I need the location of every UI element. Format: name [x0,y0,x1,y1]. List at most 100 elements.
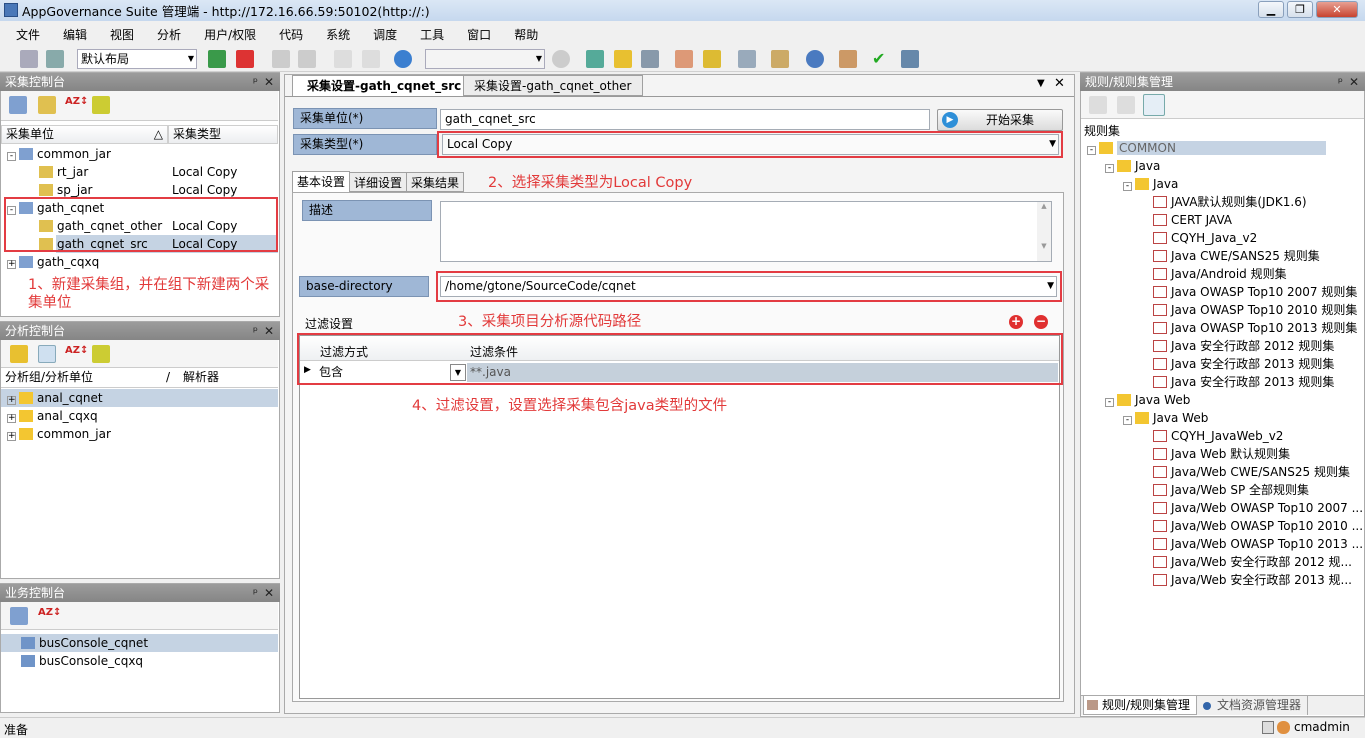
rule-set-node[interactable]: Java OWASP Top10 2013 规则集 [1153,319,1364,337]
rule-folder-node[interactable]: - Java Web [1105,391,1364,409]
tab-document-explorer[interactable]: 文档资源管理器 [1199,696,1309,715]
schedule-icon[interactable] [806,50,824,68]
rule-set-node[interactable]: Java/Web 安全行政部 2012 规... [1153,553,1364,571]
menu-item[interactable]: 窗口 [467,26,491,43]
new-unit-icon[interactable] [38,96,56,114]
document-icon[interactable] [771,50,789,68]
layout-select[interactable]: 默认布局 ▼ [77,49,197,69]
rule-set-node[interactable]: Java OWASP Top10 2007 规则集 [1153,283,1364,301]
analysis-node[interactable]: + anal_cqxq [1,407,278,425]
agent-icon[interactable] [839,50,857,68]
pdf-icon[interactable] [236,50,254,68]
close-button[interactable]: ✕ [1316,1,1358,18]
subtab-result[interactable]: 采集结果 [406,172,465,192]
menu-item[interactable]: 帮助 [514,26,538,43]
rule-set-node[interactable]: Java 安全行政部 2012 规则集 [1153,337,1364,355]
sort-type-icon[interactable] [92,345,110,363]
collapse-icon[interactable]: - [7,152,16,161]
collapse-icon[interactable]: - [1087,146,1096,155]
report-icon[interactable] [641,50,659,68]
description-textarea[interactable]: ▲ ▼ [440,201,1052,262]
menu-item[interactable]: 视图 [110,26,134,43]
menu-item[interactable]: 代码 [279,26,303,43]
search-icon[interactable] [552,50,570,68]
rule-folder-node[interactable]: - COMMON [1087,139,1364,157]
filter-icon[interactable] [614,50,632,68]
subtab-detail[interactable]: 详细设置 [349,172,408,192]
pin-icon[interactable]: ᵖ [253,73,258,91]
tab-list-dropdown-icon[interactable]: ▼ [1037,78,1045,89]
rule-folder-node[interactable]: - Java Web [1123,409,1364,427]
sort-az-icon[interactable]: AZ↕ [65,345,88,363]
rule-set-node[interactable]: JAVA默认规则集(JDK1.6) [1153,193,1364,211]
rule-copy-icon[interactable] [1117,96,1135,114]
undo-icon[interactable] [272,50,290,68]
minimize-button[interactable]: ▁ [1258,1,1284,18]
rule-new-icon[interactable] [1089,96,1107,114]
menu-item[interactable]: 调度 [373,26,397,43]
rule-set-node[interactable]: CQYH_JavaWeb_v2 [1153,427,1364,445]
rule-set-node[interactable]: Java OWASP Top10 2010 规则集 [1153,301,1364,319]
rule-set-node[interactable]: CERT JAVA [1153,211,1364,229]
rule-set-node[interactable]: Java/Web SP 全部规则集 [1153,481,1364,499]
close-editor-icon[interactable]: ✕ [1054,76,1065,91]
redo-icon[interactable] [298,50,316,68]
rule-set-node[interactable]: Java/Web OWASP Top10 2010 ... [1153,517,1364,535]
user-icon[interactable] [675,50,693,68]
rule-set-node[interactable]: CQYH_Java_v2 [1153,229,1364,247]
rule-set-node[interactable]: Java 安全行政部 2013 规则集 [1153,373,1364,391]
menu-item[interactable]: 编辑 [63,26,87,43]
column-header-unit[interactable]: 采集单位 △ [1,125,168,144]
excel-icon[interactable] [208,50,226,68]
column-header-parser[interactable]: 解析器 [183,369,219,386]
add-icon[interactable] [586,50,604,68]
pin-icon[interactable]: ᵖ [1338,73,1343,91]
menu-item[interactable]: 分析 [157,26,181,43]
chart-icon[interactable] [901,50,919,68]
new-console-icon[interactable] [10,607,28,625]
rule-set-node[interactable]: Java/Web CWE/SANS25 规则集 [1153,463,1364,481]
subtab-basic[interactable]: 基本设置 [292,171,351,192]
close-icon[interactable]: ✕ [264,584,274,602]
menu-item[interactable]: 文件 [16,26,40,43]
analysis-node[interactable]: + common_jar [1,425,278,443]
close-icon[interactable]: ✕ [264,73,274,91]
tree-node-gath-cqxq[interactable]: + gath_cqxq [1,253,278,271]
collapse-icon[interactable]: - [1105,164,1114,173]
save-icon[interactable] [20,50,38,68]
add-filter-button[interactable]: + [1009,315,1023,329]
new-file-icon[interactable] [38,345,56,363]
rule-folder-node[interactable]: - Java [1105,157,1364,175]
rule-set-node[interactable]: Java/Web OWASP Top10 2013 ... [1153,535,1364,553]
collapse-icon[interactable]: - [1123,416,1132,425]
sort-az-icon[interactable]: AZ↕ [65,96,88,114]
new-group-icon[interactable] [9,96,27,114]
column-header-type[interactable]: 采集类型 [168,125,278,144]
start-collect-button[interactable]: ▶ 开始采集 [937,109,1063,131]
expand-icon[interactable]: + [7,260,16,269]
close-icon[interactable]: ✕ [264,322,274,340]
analysis-node[interactable]: + anal_cqnet [1,389,278,407]
remove-filter-button[interactable]: − [1034,315,1048,329]
maximize-button[interactable]: ❐ [1287,1,1313,18]
scrollbar[interactable]: ▲ ▼ [1037,202,1051,261]
menu-item[interactable]: 用户/权限 [204,26,256,43]
pin-icon[interactable]: ᵖ [253,584,258,602]
sort-az-icon[interactable]: AZ↕ [38,607,61,625]
unit-input[interactable]: gath_cqnet_src [440,109,930,130]
collapse-icon[interactable] [362,50,380,68]
expand-icon[interactable]: + [7,396,16,405]
rule-set-node[interactable]: Java/Web 安全行政部 2013 规... [1153,571,1364,589]
rule-set-node[interactable]: Java CWE/SANS25 规则集 [1153,247,1364,265]
pin-icon[interactable]: ᵖ [253,322,258,340]
search-select[interactable]: ▼ [425,49,545,69]
tab-gath-cqnet-src[interactable]: 采集设置-gath_cqnet_src [292,75,471,96]
sort-type-icon[interactable] [92,96,110,114]
rule-edit-icon[interactable] [1143,94,1165,116]
refresh-icon[interactable] [394,50,412,68]
close-icon[interactable]: ✕ [1349,73,1359,91]
column-header-group[interactable]: 分析组/分析单位 [5,369,93,386]
rule-set-node[interactable]: Java/Web OWASP Top10 2007 ... [1153,499,1364,517]
menu-item[interactable]: 工具 [420,26,444,43]
rule-set-node[interactable]: Java 安全行政部 2013 规则集 [1153,355,1364,373]
